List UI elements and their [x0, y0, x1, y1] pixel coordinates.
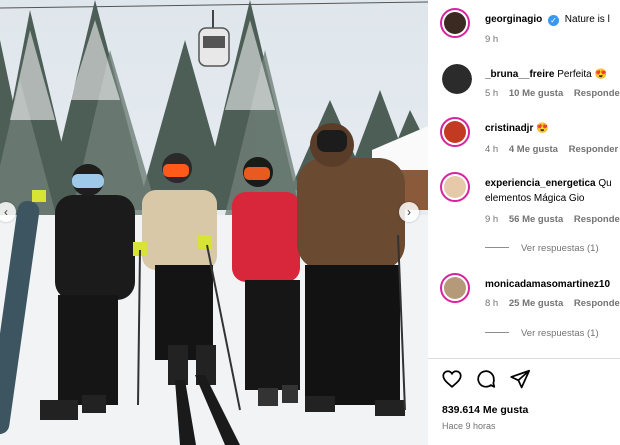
- comment-line: experiencia_energetica Qu: [485, 178, 612, 189]
- comment-meta: 9 h 56 Me gusta Responder: [485, 214, 620, 225]
- caption-line: georginagio ✓ Nature is l: [485, 14, 610, 26]
- caption-meta: 9 h: [485, 34, 506, 45]
- comment-username[interactable]: cristinadjr: [485, 123, 533, 134]
- likes-count[interactable]: 839.614 Me gusta: [442, 404, 528, 416]
- caption-text: Nature is l: [564, 14, 610, 25]
- comment-line: _bruna__freire Perfeita 😍: [485, 69, 607, 80]
- comments-panel: georginagio ✓ Nature is l 9 h _bruna__fr…: [428, 0, 620, 445]
- comment-likes[interactable]: 56 Me gusta: [509, 214, 563, 225]
- post-photo[interactable]: ‹ ›: [0, 0, 428, 445]
- comment-likes[interactable]: 10 Me gusta: [509, 88, 563, 99]
- commenter-avatar[interactable]: [440, 273, 470, 303]
- author-username[interactable]: georginagio: [485, 14, 542, 25]
- comment-line: monicadamasomartinez10: [485, 279, 610, 290]
- reply-button[interactable]: Responder: [574, 298, 620, 309]
- comment-text: 😍: [536, 123, 549, 134]
- comment-time: 4 h: [485, 144, 499, 155]
- heart-icon[interactable]: [441, 368, 463, 390]
- verified-badge-icon: ✓: [548, 15, 560, 26]
- view-replies-button[interactable]: Ver respuestas (1): [485, 328, 599, 339]
- post-timestamp: Hace 9 horas: [442, 421, 496, 431]
- comment-username[interactable]: monicadamasomartinez10: [485, 279, 610, 290]
- reply-button[interactable]: Responder: [574, 88, 620, 99]
- next-image-button[interactable]: ›: [399, 202, 419, 222]
- chevron-right-icon: ›: [407, 205, 411, 219]
- comment-username[interactable]: _bruna__freire: [485, 69, 554, 80]
- caption-time: 9 h: [485, 34, 499, 45]
- reply-button[interactable]: Responder: [569, 144, 619, 155]
- comment-text: Qu: [598, 178, 612, 189]
- author-avatar[interactable]: [440, 8, 470, 38]
- comment-likes[interactable]: 25 Me gusta: [509, 298, 563, 309]
- commenter-avatar[interactable]: [440, 117, 470, 147]
- comment-meta: 5 h 10 Me gusta Responder: [485, 88, 620, 99]
- comment-time: 8 h: [485, 298, 499, 309]
- comment-meta: 4 h 4 Me gusta Responder: [485, 144, 620, 155]
- comment-time: 5 h: [485, 88, 499, 99]
- ski-group-photo: [0, 0, 428, 445]
- chevron-left-icon: ‹: [4, 205, 8, 219]
- comment-text-continued: elementos Mágica Gio: [485, 193, 585, 204]
- divider: [428, 358, 620, 359]
- send-icon[interactable]: [509, 368, 531, 390]
- comment-likes[interactable]: 4 Me gusta: [509, 144, 558, 155]
- comment-meta: 8 h 25 Me gusta Responder: [485, 298, 620, 309]
- comment-text: Perfeita 😍: [557, 69, 607, 80]
- comment-username[interactable]: experiencia_energetica: [485, 178, 596, 189]
- comment-line: cristinadjr 😍: [485, 123, 549, 134]
- reply-button[interactable]: Responder: [574, 214, 620, 225]
- commenter-avatar[interactable]: [442, 64, 472, 94]
- comment-time: 9 h: [485, 214, 499, 225]
- person-4: [297, 123, 406, 416]
- commenter-avatar[interactable]: [440, 172, 470, 202]
- view-replies-button[interactable]: Ver respuestas (1): [485, 243, 599, 254]
- comment-icon[interactable]: [475, 368, 497, 390]
